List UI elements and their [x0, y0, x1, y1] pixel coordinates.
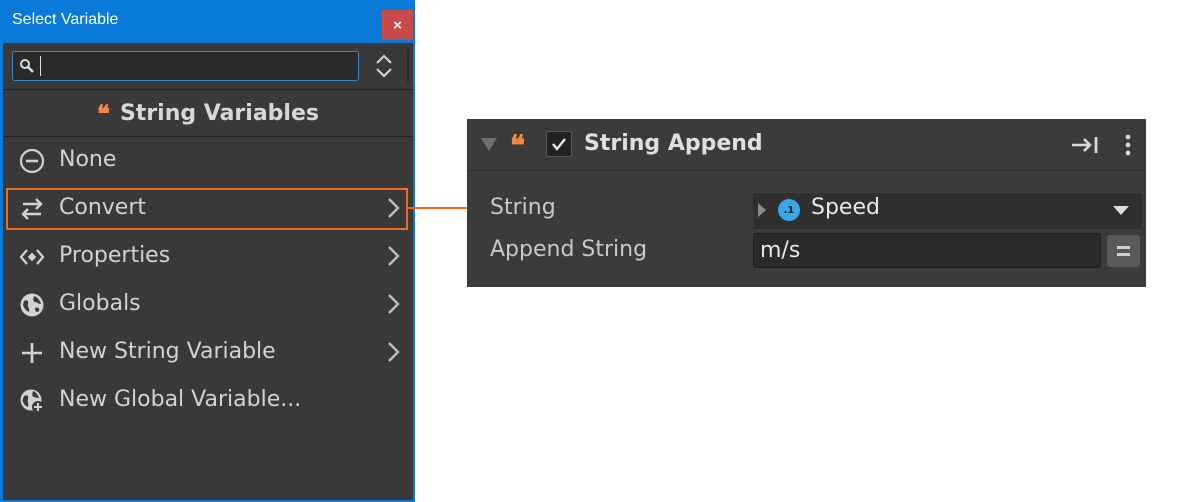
foldout-triangle-icon[interactable] — [481, 138, 497, 152]
collapse-right-icon[interactable] — [1070, 134, 1100, 156]
append-string-input[interactable]: m/s — [753, 233, 1101, 268]
field-label-append-string: Append String — [490, 237, 648, 262]
window-title: Select Variable — [12, 11, 119, 28]
menu-item-globals[interactable]: Globals — [3, 281, 413, 327]
divider — [467, 170, 1146, 171]
category-header: ❝ String Variables — [3, 90, 413, 137]
chevron-right-icon — [388, 342, 400, 362]
dropdown-arrow-icon — [1113, 206, 1129, 215]
divider — [407, 49, 409, 83]
enabled-checkbox[interactable] — [546, 131, 572, 157]
menu-item-label: Globals — [59, 291, 141, 316]
chevron-right-icon — [388, 246, 400, 266]
menu-item-new-global-variable[interactable]: New Global Variable... — [3, 377, 413, 423]
variable-value: Speed — [811, 195, 880, 220]
menu-item-label: New Global Variable... — [59, 387, 302, 412]
equals-button[interactable] — [1107, 235, 1140, 267]
sort-updown-icon[interactable] — [372, 52, 396, 80]
text-caret — [40, 56, 41, 76]
globe-icon — [20, 293, 44, 317]
string-variable-dropdown[interactable]: .1 Speed — [753, 193, 1142, 229]
convert-highlight-box — [6, 188, 408, 230]
variable-picker-body: ❝ String Variables None Convert Properti… — [3, 43, 413, 500]
variable-type-badge: .1 — [778, 199, 800, 221]
close-button[interactable]: × — [382, 10, 413, 40]
globe-add-icon — [20, 389, 44, 413]
kebab-menu-icon[interactable] — [1123, 133, 1133, 157]
check-icon — [552, 138, 566, 151]
select-variable-window: Select Variable × ❝ String Variables Non… — [0, 0, 415, 502]
quote-icon: ❝ — [510, 129, 526, 162]
search-icon — [20, 59, 34, 73]
search-row — [3, 43, 413, 90]
menu-item-label: New String Variable — [59, 339, 276, 364]
menu-item-label: None — [59, 147, 117, 172]
category-title: String Variables — [119, 100, 319, 126]
quote-icon: ❝ — [97, 98, 110, 128]
chevron-right-icon — [388, 294, 400, 314]
field-label-string: String — [490, 195, 556, 220]
string-append-panel: ❝ String Append String .1 Speed Append S… — [467, 119, 1146, 287]
properties-icon — [19, 249, 45, 265]
menu-item-label: Properties — [59, 243, 171, 268]
menu-item-none[interactable]: None — [3, 137, 413, 183]
expand-triangle-icon[interactable] — [757, 203, 767, 217]
search-input[interactable] — [12, 51, 359, 81]
menu-item-properties[interactable]: Properties — [3, 233, 413, 279]
none-circle-icon — [19, 148, 45, 174]
plus-icon — [22, 343, 42, 363]
menu-item-new-string-variable[interactable]: New String Variable — [3, 329, 413, 375]
component-title: String Append — [584, 131, 763, 156]
